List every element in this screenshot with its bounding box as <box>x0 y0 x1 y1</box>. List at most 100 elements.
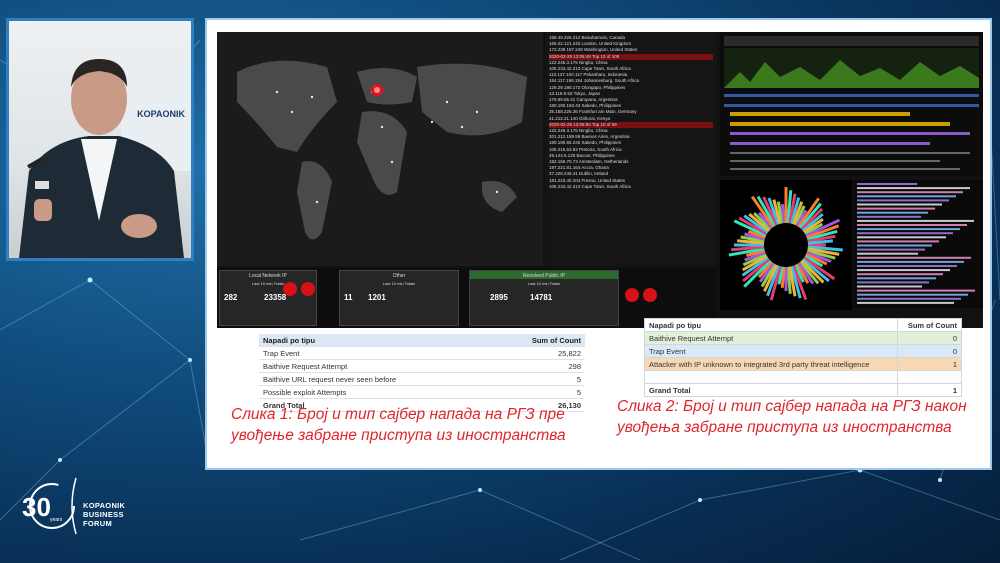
panel-title: Other <box>392 273 406 279</box>
hex-line <box>857 252 918 255</box>
panel-title: Local Network IP <box>249 273 287 279</box>
packet-capture-view <box>720 32 983 176</box>
hex-line <box>857 277 936 280</box>
hex-line <box>857 248 925 251</box>
hex-line <box>857 195 956 198</box>
table-cell: 298 <box>491 359 585 373</box>
hex-line <box>857 215 921 218</box>
hex-line <box>857 224 967 226</box>
caption-figure-1: Слика 1: Број и тип сајбер напада на РГЗ… <box>231 406 566 444</box>
wheel-spoke <box>780 204 786 224</box>
hex-line <box>857 301 954 304</box>
hex-line <box>857 207 935 210</box>
table-cell: 1 <box>896 383 963 397</box>
hex-line <box>857 199 949 202</box>
panel-title: Resolved Public IP <box>470 271 618 279</box>
hex-line <box>857 228 960 231</box>
panel-sub: Last 10 min Totals <box>527 281 561 286</box>
table-cell: Grand Total <box>644 383 898 397</box>
table-cell: 0 <box>896 344 963 358</box>
table-cell <box>896 370 963 384</box>
hex-line <box>857 203 942 206</box>
table-row: Baithive Request Attempt 298 <box>259 359 585 373</box>
siem-dashboard-screenshot: 158.49.226.212 Beauharnois, Canada 165.2… <box>217 32 983 328</box>
table-cell: Baithive Request Attempt <box>259 359 492 373</box>
hex-line <box>857 183 917 185</box>
summary-panels: Local Network IP Last 10 min Totals 282 … <box>217 268 717 328</box>
alert-dot <box>301 282 315 296</box>
alert-dot <box>283 282 297 296</box>
alert-dot <box>625 288 639 302</box>
table-cell: Trap Event <box>644 344 898 358</box>
logo-line: KOPAONIK <box>83 501 126 510</box>
logo-wordmark: KOPAONIK BUSINESS FORUM <box>83 501 125 528</box>
hex-line <box>857 244 932 247</box>
table-cell: Baithive URL request never seen before <box>259 372 492 386</box>
logo-number: 30 <box>22 492 51 522</box>
logo-years: years <box>50 517 63 523</box>
panel-count: 11 <box>344 293 353 302</box>
grand-total-row: Grand Total 1 <box>644 383 963 397</box>
header-cell: Napadi po tipu <box>259 334 492 347</box>
panel-events: 14781 <box>530 293 553 302</box>
table-row: Trap Event 0 <box>644 344 963 358</box>
panel-local-network: Local Network IP Last 10 min Totals 282 … <box>219 270 317 326</box>
panel-count: 282 <box>224 293 238 302</box>
hex-line <box>857 269 950 272</box>
table-header: Napadi po tipu Sum of Count <box>644 318 963 332</box>
table-cell: 25,822 <box>491 346 585 360</box>
hex-line <box>857 265 957 267</box>
hex-line <box>857 211 928 214</box>
speaker-video: KOPAONIK <box>6 18 194 261</box>
table-row: Baithive URL request never seen before 5 <box>259 372 585 386</box>
hex-line <box>857 293 968 296</box>
hex-line <box>857 240 939 243</box>
logo-line: BUSINESS <box>83 510 124 519</box>
table-header: Napadi po tipu Sum of Count <box>259 334 585 347</box>
panel-other: Other Last 10 min Totals 11 1201 <box>339 270 459 326</box>
panel-events: 23358 <box>264 293 287 302</box>
table-cell: 0 <box>896 331 963 345</box>
table-row: Baithive Request Attempt 0 <box>644 331 963 345</box>
caption-figure-2: Слика 2: Број и тип сајбер напада на РГЗ… <box>617 398 967 436</box>
hex-dump-view <box>853 180 983 308</box>
hex-line <box>857 281 929 284</box>
logo-line: FORUM <box>83 519 112 528</box>
table-cell: Possible exploit Attempts <box>259 385 492 399</box>
table-row: Trap Event 25,822 <box>259 346 585 360</box>
table-cell: 1 <box>896 357 963 371</box>
panel-events: 1201 <box>368 293 386 302</box>
hex-line <box>857 273 943 276</box>
header-cell: Napadi po tipu <box>644 318 898 332</box>
header-cell: Sum of Count <box>491 334 585 347</box>
speaker-figure <box>19 59 184 258</box>
attacker-ip-list: 158.49.226.212 Beauharnois, Canada 165.2… <box>545 32 717 266</box>
table-cell: Trap Event <box>259 346 492 360</box>
hex-line <box>857 232 953 235</box>
hex-line <box>857 256 971 259</box>
table-cell <box>644 370 898 384</box>
table-cell: Attacker with IP unknown to integrated 3… <box>644 357 898 371</box>
attacks-table-before: Napadi po tipu Sum of Count Trap Event 2… <box>259 334 585 412</box>
world-attack-map <box>217 32 543 266</box>
hex-line <box>857 285 922 288</box>
radial-connections-chart <box>720 180 852 310</box>
hex-line <box>857 219 974 222</box>
header-cell: Sum of Count <box>896 318 963 332</box>
panel-sub: Last 10 min Totals <box>382 281 416 286</box>
presentation-slide: 158.49.226.212 Beauharnois, Canada 165.2… <box>205 18 992 470</box>
alert-dot <box>643 288 657 302</box>
table-cell: Baithive Request Attempt <box>644 331 898 345</box>
hex-line <box>857 187 970 190</box>
table-cell: 5 <box>491 385 585 399</box>
hex-line <box>857 289 975 292</box>
hex-line <box>857 260 964 263</box>
list-item: 105.233.42.213 Cape Town, South Africa <box>549 183 631 189</box>
table-row: Possible exploit Attempts 5 <box>259 385 585 399</box>
table-cell: 5 <box>491 372 585 386</box>
table-row: Attacker with IP unknown to integrated 3… <box>644 357 963 371</box>
panel-resolved-public: Resolved Public IP Last 10 min Totals 28… <box>469 270 619 326</box>
attacks-table-after: Napadi po tipu Sum of Count Baithive Req… <box>644 318 963 397</box>
table-row <box>644 370 963 384</box>
hex-line <box>857 236 946 239</box>
